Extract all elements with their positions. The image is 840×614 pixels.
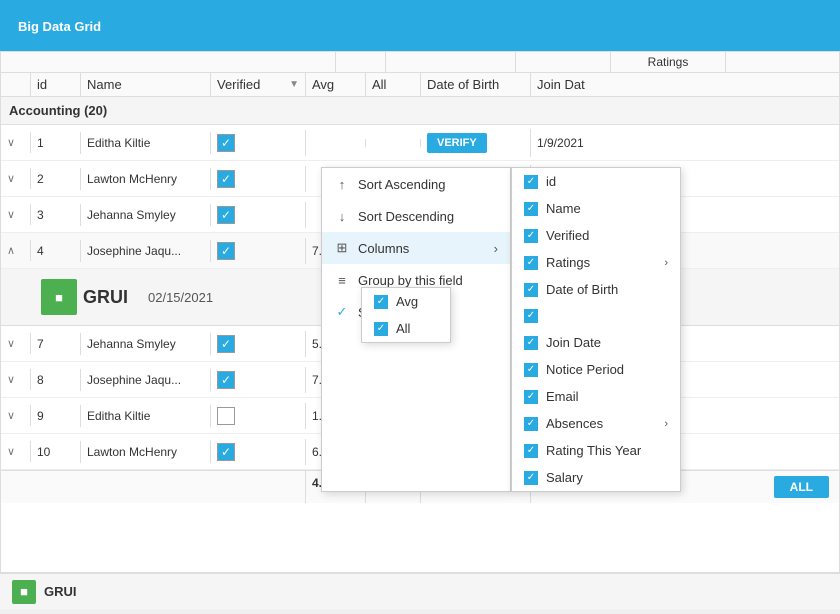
- col-menu-name[interactable]: ✓ Name: [512, 195, 680, 222]
- app-title: Big Data Grid: [18, 19, 101, 34]
- row-expander[interactable]: ∨: [1, 204, 31, 225]
- footer-grui-icon: ■: [12, 580, 36, 604]
- cell-id: 1: [31, 132, 81, 154]
- col-menu-joindate[interactable]: ✓ Join Date: [512, 329, 680, 356]
- header-id[interactable]: id: [31, 73, 81, 96]
- super-header-row: Ratings: [1, 52, 839, 73]
- footer-bar: ■ GRUI: [0, 573, 840, 609]
- sort-desc-icon: ↓: [334, 208, 350, 224]
- cell-id: 2: [31, 168, 81, 190]
- row-expander[interactable]: ∨: [1, 369, 31, 390]
- col-menu-ratings[interactable]: ✓ Ratings ›: [512, 249, 680, 276]
- col-menu-ratingthisyear[interactable]: ✓ Rating This Year: [512, 437, 680, 464]
- cell-id: 4: [31, 240, 81, 262]
- grui-logo: ■ GRUI: [41, 279, 128, 315]
- col-menu-absences[interactable]: ✓ Absences ›: [512, 410, 680, 437]
- ratings-submenu-avg[interactable]: ✓ Avg: [362, 288, 450, 315]
- cell-avg: [306, 139, 366, 147]
- all-button[interactable]: ALL: [774, 476, 829, 498]
- expanded-date: 02/15/2021: [148, 290, 213, 305]
- cell-name: Editha Kiltie: [81, 132, 211, 154]
- absences-arrow-icon: ›: [664, 418, 668, 430]
- cell-verified: ✓: [211, 439, 306, 465]
- header-avg[interactable]: Avg: [306, 73, 366, 96]
- super-spacer-expander: [1, 52, 336, 72]
- cell-verified: ✓: [211, 238, 306, 264]
- group-row-accounting: Accounting (20): [1, 97, 839, 125]
- col-menu-email[interactable]: ✓ Email: [512, 383, 680, 410]
- table-row: ∨ 1 Editha Kiltie ✓ VERIFY 1/9/2021: [1, 125, 839, 161]
- row-expander[interactable]: ∨: [1, 405, 31, 426]
- group-icon: ≡: [334, 272, 350, 288]
- row-expander[interactable]: ∧: [1, 240, 31, 261]
- cell-verified: ✓: [211, 331, 306, 357]
- cell-all: [366, 139, 421, 147]
- ratings-submenu-all[interactable]: ✓ All: [362, 315, 450, 342]
- super-spacer-rest: [726, 52, 839, 72]
- header-joindate[interactable]: Join Dat: [531, 73, 621, 96]
- cell-id: 3: [31, 204, 81, 226]
- header-all[interactable]: All: [366, 73, 421, 96]
- cell-name: Lawton McHenry: [81, 168, 211, 190]
- data-grid: Ratings id Name Verified ▼ Avg All Date …: [0, 51, 840, 573]
- cell-joindate: 1/9/2021: [531, 132, 621, 154]
- row-expander[interactable]: ∨: [1, 168, 31, 189]
- row-expander[interactable]: ∨: [1, 333, 31, 354]
- ratings-arrow-icon: ›: [664, 257, 668, 269]
- cell-dob: VERIFY: [421, 129, 531, 157]
- footer-grui-text: GRUI: [44, 584, 77, 599]
- ratings-submenu: ✓ Avg ✓ All: [361, 287, 451, 343]
- sort-asc-icon: ↑: [334, 176, 350, 192]
- cell-name: Jehanna Smyley: [81, 333, 211, 355]
- col-menu-id[interactable]: ✓ id: [512, 168, 680, 195]
- col-menu-verified[interactable]: ✓ Verified: [512, 222, 680, 249]
- super-spacer-id: [336, 52, 386, 72]
- grid-header: id Name Verified ▼ Avg All Date of Birth…: [1, 73, 839, 97]
- header-expander: [1, 73, 31, 96]
- cell-name: Josephine Jaqu...: [81, 240, 211, 262]
- cell-verified: ✓: [211, 367, 306, 393]
- col-menu-salary[interactable]: ✓ Salary: [512, 464, 680, 491]
- ratings-super-header: Ratings: [611, 52, 726, 72]
- columns-icon: ⊞: [334, 240, 350, 256]
- cell-id: 9: [31, 405, 81, 427]
- header-name[interactable]: Name: [81, 73, 211, 96]
- cell-id: 8: [31, 369, 81, 391]
- cell-name: Editha Kiltie: [81, 405, 211, 427]
- cell-verified: ✓: [211, 202, 306, 228]
- col-menu-notice[interactable]: ✓ Notice Period: [512, 356, 680, 383]
- header-dob[interactable]: Date of Birth: [421, 73, 531, 96]
- menu-item-columns[interactable]: ⊞ Columns ›: [322, 232, 510, 264]
- verify-button[interactable]: VERIFY: [427, 133, 487, 153]
- menu-item-sort-desc[interactable]: ↓ Sort Descending: [322, 200, 510, 232]
- app-header: Big Data Grid: [0, 0, 840, 51]
- super-spacer-name: [386, 52, 516, 72]
- cell-name: Lawton McHenry: [81, 441, 211, 463]
- row-expander[interactable]: ∨: [1, 132, 31, 153]
- row-expander[interactable]: ∨: [1, 441, 31, 462]
- cell-name: Jehanna Smyley: [81, 204, 211, 226]
- cell-id: 7: [31, 333, 81, 355]
- super-spacer-verified: [516, 52, 611, 72]
- grui-icon: ■: [41, 279, 77, 315]
- header-verified[interactable]: Verified ▼: [211, 73, 306, 96]
- verified-sort-icon: ▼: [289, 79, 299, 90]
- columns-submenu: ✓ id ✓ Name ✓ Verified ✓ Ratings › ✓ Dat…: [511, 167, 681, 492]
- menu-item-sort-asc[interactable]: ↑ Sort Ascending: [322, 168, 510, 200]
- col-menu-dob[interactable]: ✓ Date of Birth: [512, 276, 680, 303]
- cell-id: 10: [31, 441, 81, 463]
- columns-arrow-icon: ›: [494, 241, 498, 256]
- show-groups-checkbox-icon: ✓: [334, 304, 350, 320]
- cell-verified: ✓: [211, 166, 306, 192]
- cell-verified: ✓: [211, 130, 306, 156]
- cell-name: Josephine Jaqu...: [81, 369, 211, 391]
- cell-verified: [211, 403, 306, 429]
- col-menu-blank[interactable]: ✓: [512, 303, 680, 329]
